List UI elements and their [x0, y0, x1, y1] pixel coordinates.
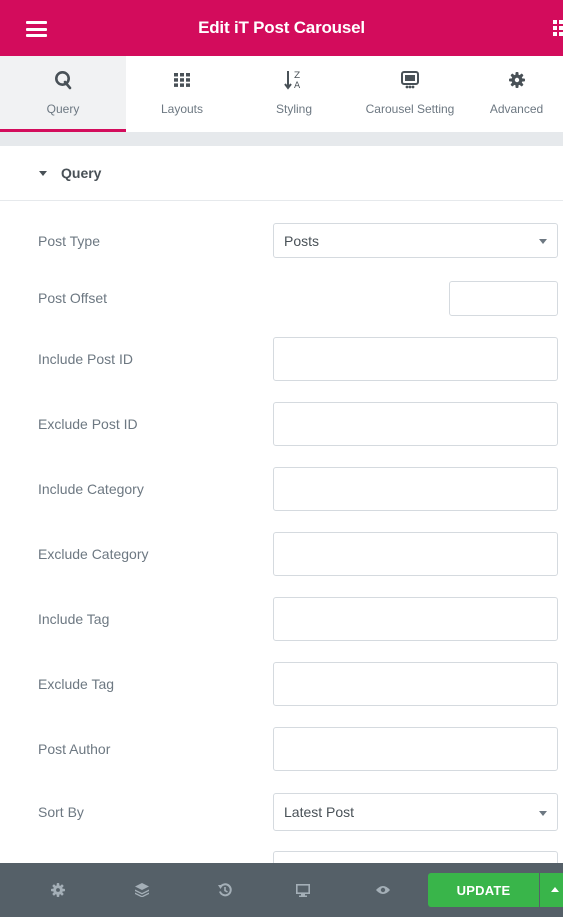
tab-layouts[interactable]: Layouts	[126, 56, 238, 132]
layouts-grid-icon	[126, 70, 238, 90]
caret-down-icon	[39, 170, 47, 176]
tab-label: Carousel Setting	[365, 102, 455, 116]
responsive-desktop-icon[interactable]	[291, 863, 315, 917]
divider	[0, 132, 563, 146]
include-post-id-label: Include Post ID	[38, 351, 133, 367]
sort-az-icon: Z A	[238, 70, 350, 91]
section-title: Query	[61, 165, 102, 181]
tab-label: Styling	[275, 102, 313, 116]
include-category-label: Include Category	[38, 481, 144, 497]
history-icon[interactable]	[213, 863, 237, 917]
update-button[interactable]: UPDATE	[428, 873, 539, 907]
tab-label: Layouts	[160, 102, 204, 116]
carousel-icon	[350, 70, 470, 90]
settings-icon[interactable]	[46, 863, 70, 917]
preview-eye-icon[interactable]	[371, 863, 395, 917]
panel-header: Edit iT Post Carousel	[0, 0, 563, 56]
exclude-tag-label: Exclude Tag	[38, 676, 115, 692]
exclude-category-label: Exclude Category	[38, 546, 149, 562]
tab-bar: Query Layouts Z A Styling Carousel Setti…	[0, 56, 563, 132]
tab-advanced[interactable]: Advanced	[470, 56, 563, 132]
post-offset-label: Post Offset	[38, 290, 107, 306]
include-tag-label: Include Tag	[38, 611, 110, 627]
post-type-label: Post Type	[38, 233, 101, 249]
include-tag-input[interactable]	[273, 597, 558, 641]
panel-title: Edit iT Post Carousel	[198, 18, 365, 37]
exclude-post-id-input[interactable]	[273, 402, 558, 446]
layers-icon[interactable]	[130, 863, 154, 917]
include-category-input[interactable]	[273, 467, 558, 511]
tab-carousel-setting[interactable]: Carousel Setting	[350, 56, 470, 132]
post-type-select[interactable]: Posts	[273, 223, 558, 258]
exclude-post-id-label: Exclude Post ID	[38, 416, 138, 432]
exclude-category-input[interactable]	[273, 532, 558, 576]
svg-text:Z: Z	[294, 71, 300, 81]
post-author-label: Post Author	[38, 741, 111, 757]
sort-by-value: Latest Post	[284, 804, 355, 820]
chevron-down-icon	[539, 239, 547, 244]
update-options-button[interactable]	[540, 873, 563, 907]
tab-styling[interactable]: Z A Styling	[238, 56, 350, 132]
chevron-down-icon	[539, 811, 547, 816]
tab-query[interactable]: Query	[0, 56, 126, 132]
sort-by-label: Sort By	[38, 804, 84, 820]
grid-icon[interactable]	[553, 20, 563, 36]
query-icon	[0, 70, 126, 90]
post-offset-input[interactable]	[449, 281, 558, 316]
exclude-tag-input[interactable]	[273, 662, 558, 706]
gear-icon	[470, 70, 563, 90]
sort-by-select[interactable]: Latest Post	[273, 793, 558, 831]
post-type-value: Posts	[284, 232, 320, 249]
tab-label: Query	[46, 102, 80, 116]
post-author-input[interactable]	[273, 727, 558, 771]
section-toggle-query[interactable]: Query	[0, 146, 563, 201]
panel-footer: UPDATE	[0, 863, 563, 917]
tab-label: Advanced	[489, 102, 544, 116]
include-post-id-input[interactable]	[273, 337, 558, 381]
svg-text:A: A	[294, 81, 301, 91]
